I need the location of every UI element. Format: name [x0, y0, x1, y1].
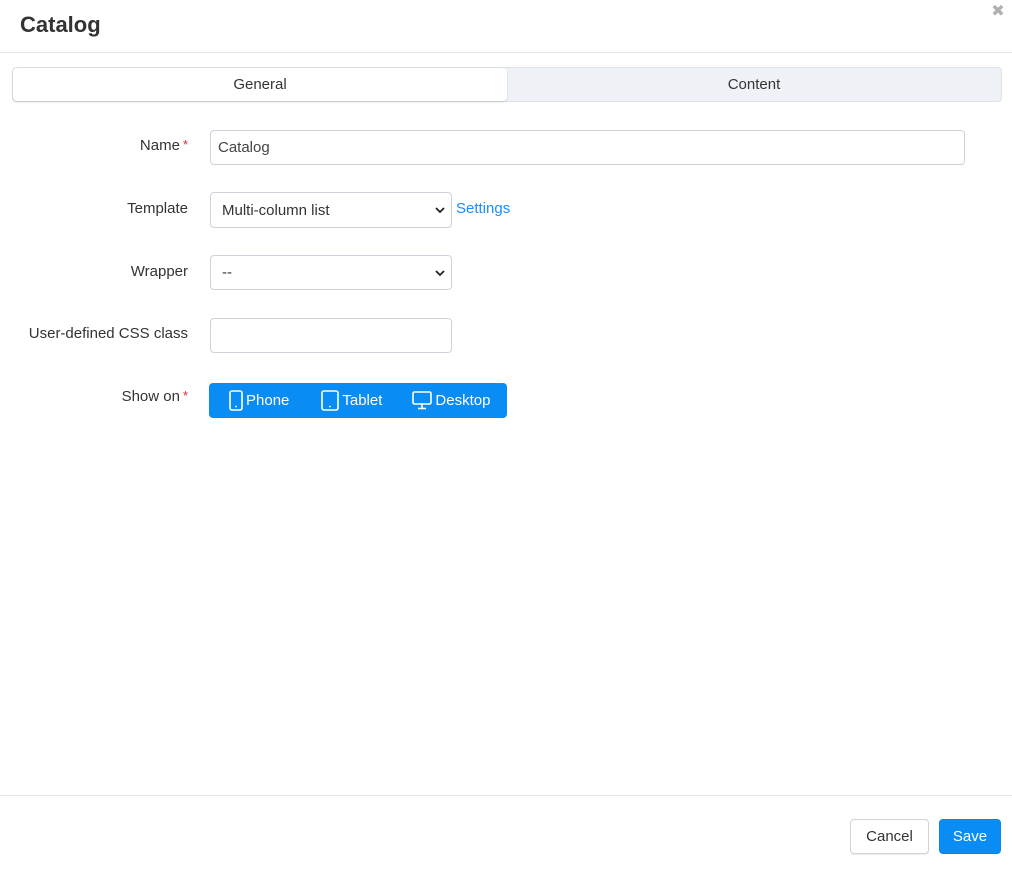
name-label-text: Name — [139, 137, 180, 154]
required-mark: * — [182, 388, 188, 403]
show-on-tablet-button[interactable]: Tablet — [321, 383, 382, 418]
desktop-label: Desktop — [435, 392, 491, 409]
template-select-value: Multi-column list — [222, 201, 330, 219]
template-select[interactable]: Multi-column list — [210, 192, 452, 228]
tablet-icon — [321, 390, 340, 411]
name-input[interactable] — [210, 130, 965, 165]
css-class-label: User-defined CSS class — [28, 325, 188, 342]
show-on-label-text: Show on — [121, 388, 180, 405]
desktop-icon — [412, 391, 433, 410]
show-on-phone-button[interactable]: Phone — [229, 383, 289, 418]
wrapper-select-value: -- — [222, 264, 232, 281]
tab-bar: General Content — [12, 67, 1002, 102]
close-icon[interactable]: ✖ — [990, 3, 1006, 21]
show-on-button-group: Phone Tablet Desktop — [209, 383, 507, 418]
required-mark: * — [182, 137, 188, 152]
save-button[interactable]: Save — [939, 819, 1001, 854]
show-on-desktop-button[interactable]: Desktop — [412, 383, 490, 418]
cancel-button[interactable]: Cancel — [850, 819, 929, 854]
modal-title: Catalog — [20, 12, 101, 37]
wrapper-select[interactable]: -- — [210, 255, 452, 290]
catalog-modal: Catalog ✖ General Content Name* Template… — [0, 0, 1012, 870]
tablet-label: Tablet — [342, 392, 383, 409]
chevron-down-icon — [435, 207, 445, 214]
css-class-input[interactable] — [210, 318, 452, 353]
template-settings-link[interactable]: Settings — [456, 200, 510, 217]
modal-header: Catalog ✖ — [0, 0, 1012, 53]
wrapper-label: Wrapper — [130, 263, 188, 280]
phone-label: Phone — [246, 392, 290, 409]
modal-footer: Cancel Save — [0, 795, 1012, 870]
name-label: Name * — [140, 137, 188, 154]
chevron-down-icon — [435, 270, 445, 277]
phone-icon — [229, 390, 243, 411]
tab-general[interactable]: General — [13, 68, 507, 101]
show-on-label: Show on * — [122, 388, 188, 405]
tab-content[interactable]: Content — [507, 68, 1001, 101]
template-label: Template — [127, 200, 188, 217]
